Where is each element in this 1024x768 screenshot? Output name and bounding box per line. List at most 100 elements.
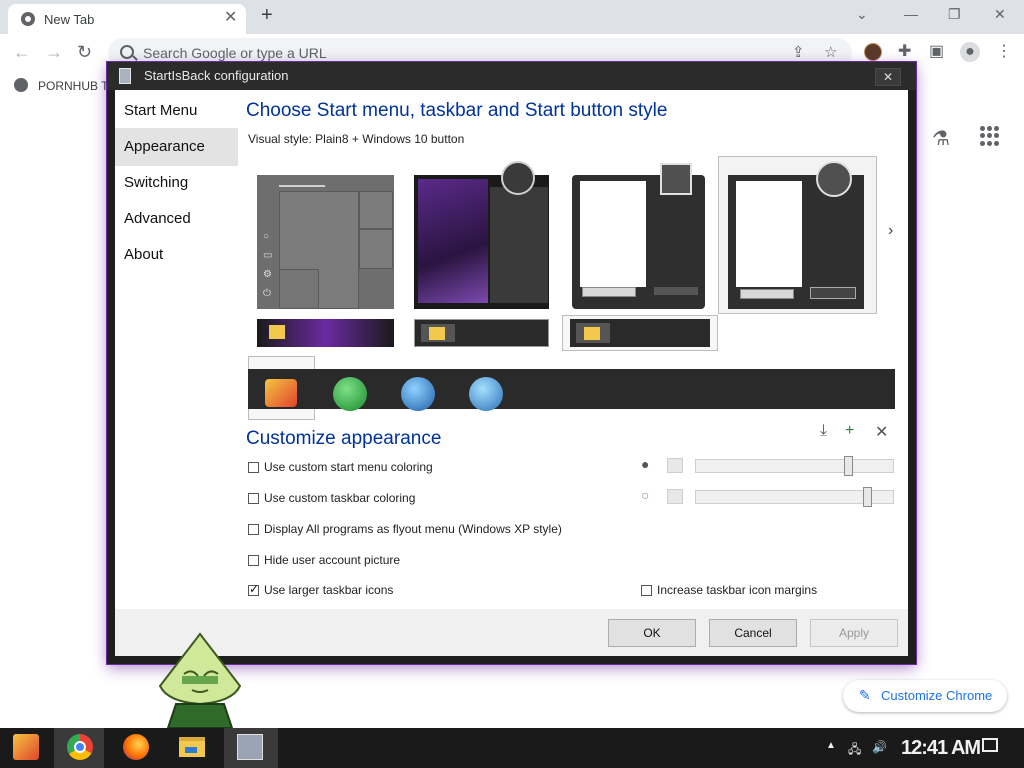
option-label: Use custom start menu coloring [264,460,433,474]
orb-windows-vista-icon[interactable] [469,377,503,411]
orb-windows7-icon[interactable] [401,377,435,411]
tab-search-chevron-icon[interactable]: ⌄ [856,6,868,22]
checkbox-checked[interactable] [248,582,259,596]
labs-flask-icon[interactable]: ⚗ [932,126,950,151]
checkbox[interactable] [248,554,259,566]
back-icon[interactable]: ← [13,42,31,62]
option-larger-taskbar-icons[interactable]: Use larger taskbar icons [248,582,394,597]
customize-chrome-button[interactable]: ✎ Customize Chrome [843,680,1007,712]
style-thumb-plain8-selected[interactable] [728,161,864,309]
download-icon[interactable]: ⤓ [820,422,827,440]
empty-drop-icon: ○ [641,487,650,503]
dialog-close-button[interactable]: ✕ [875,68,901,86]
bookmark-star-icon[interactable]: ☆ [824,44,837,62]
style-thumb-image[interactable] [414,161,549,309]
option-label: Increase taskbar icon margins [657,583,818,597]
network-icon[interactable]: 🖧 [848,740,861,761]
apply-button[interactable]: Apply [810,619,898,647]
reload-icon[interactable]: ↻ [77,42,92,62]
delete-icon[interactable]: ✕ [875,422,888,442]
startisback-dialog: StartIsBack configuration ✕ Start Menu A… [107,62,916,664]
tray-overflow-chevron-icon[interactable]: ▲ [826,740,836,751]
taskbar-chrome[interactable] [54,728,104,768]
option-flyout-menu[interactable]: Display All programs as flyout menu (Win… [248,522,562,536]
checkbox[interactable] [248,492,259,504]
nav-start-menu[interactable]: Start Menu [115,92,238,130]
close-window-icon[interactable]: ✕ [994,6,1006,22]
extensions-puzzle-icon[interactable]: ✚ [898,42,911,62]
firefox-icon [123,734,149,760]
restore-icon[interactable]: ❐ [948,6,961,22]
forward-icon[interactable]: → [45,42,63,62]
start-opacity-slider[interactable] [695,456,894,476]
taskbar-start-button[interactable] [0,728,50,768]
option-hide-account-picture[interactable]: Hide user account picture [248,553,400,567]
option-label: Use custom taskbar coloring [264,491,416,505]
checkbox[interactable] [641,584,652,596]
menu-kebab-icon[interactable]: ⋮ [996,42,1012,62]
volume-icon[interactable]: 🔊 [872,740,887,754]
bookmark-item[interactable]: PORNHUB T [38,79,108,93]
dialog-title: StartIsBack configuration [144,68,289,83]
folder-icon [179,737,205,757]
taskbar-firefox[interactable] [110,728,160,768]
close-tab-icon[interactable]: ✕ [224,10,237,26]
bookmark-favicon-icon [14,78,28,92]
share-icon[interactable]: ⇪ [792,44,805,62]
google-apps-icon[interactable] [980,126,1000,146]
taskbar-color-swatch[interactable] [667,489,683,504]
start-color-swatch[interactable] [667,458,683,473]
nav-about[interactable]: About [115,236,238,274]
dialog-body: Start Menu Appearance Switching Advanced… [115,90,908,609]
option-label: Use larger taskbar icons [264,583,394,597]
taskbar-opacity-slider[interactable] [695,487,894,507]
taskbar-preview-1[interactable] [257,319,394,347]
taskbar-file-explorer[interactable] [166,728,216,768]
dialog-titlebar[interactable]: StartIsBack configuration ✕ [107,62,916,90]
new-tab-icon[interactable]: + [261,5,273,25]
add-icon[interactable]: + [845,422,854,440]
slider-thumb[interactable] [863,487,872,507]
nav-switching[interactable]: Switching [115,164,238,202]
taskbar-preview-3-selected[interactable] [570,319,710,347]
windows-taskbar: ▲ 🖧 🔊 12:41 AM [0,728,1024,768]
taskbar-clock[interactable]: 12:41 AM [901,737,981,760]
ok-button[interactable]: OK [608,619,696,647]
style-thumb-plain[interactable] [572,163,705,309]
notification-center-icon[interactable] [982,738,998,752]
tab-title: New Tab [44,12,95,27]
option-custom-taskbar-coloring[interactable]: Use custom taskbar coloring [248,491,415,505]
side-panel-icon[interactable]: ▣ [929,42,944,62]
option-custom-start-coloring[interactable]: Use custom start menu coloring [248,460,433,474]
startisback-orb-icon [13,734,39,760]
nav-appearance[interactable]: Appearance [115,128,238,166]
tab-new-tab[interactable]: New Tab ✕ [8,4,246,34]
nav-advanced[interactable]: Advanced [115,200,238,238]
filled-drop-icon: ● [641,456,650,472]
taskbar-startisback-config[interactable] [224,728,278,768]
checkbox[interactable] [248,523,259,535]
chrome-icon [67,734,93,760]
chevron-right-icon[interactable]: › [888,222,893,240]
peridot-mascot-image [158,632,242,728]
customize-heading: Customize appearance [246,428,442,449]
customize-chrome-label: Customize Chrome [881,688,993,703]
profile-icon[interactable]: ● [960,42,980,62]
option-label: Hide user account picture [264,553,401,567]
settings-nav: Start Menu Appearance Switching Advanced… [115,90,238,609]
slider-thumb[interactable] [844,456,853,476]
orb-custom-icon[interactable] [265,379,297,407]
startisback-config-icon [237,734,263,760]
visual-style-line: Visual style: Plain8 + Windows 10 button [248,132,464,146]
option-icon-margins[interactable]: Increase taskbar icon margins [641,583,817,597]
checkbox[interactable] [248,461,259,473]
style-thumb-windows10[interactable]: ○ ▭ ⚙ ⏻ [257,175,394,309]
extension-avatar-icon[interactable] [864,43,882,61]
orb-clover-icon[interactable] [333,377,367,411]
visual-style-value: Plain8 + Windows 10 button [315,132,465,146]
chrome-favicon-icon [21,12,35,26]
minimize-icon[interactable]: — [904,6,918,22]
taskbar-preview-2[interactable] [414,319,549,347]
style-heading: Choose Start menu, taskbar and Start but… [246,100,668,121]
cancel-button[interactable]: Cancel [709,619,797,647]
